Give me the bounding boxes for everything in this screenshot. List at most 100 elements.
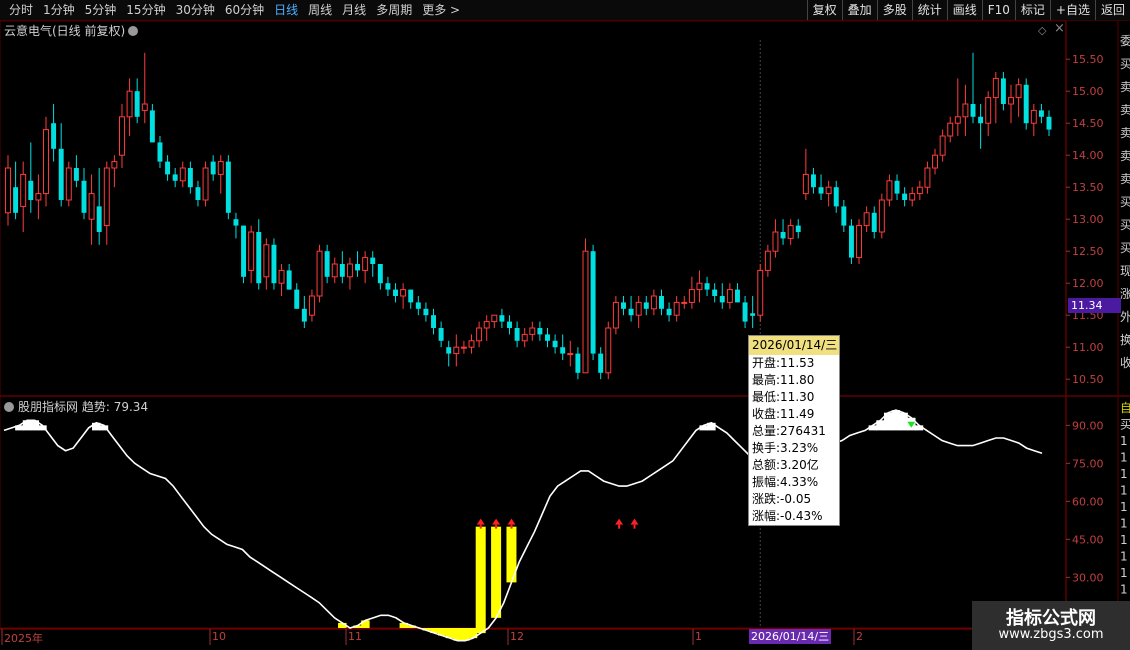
price-tick-label: 15.00 xyxy=(1072,85,1104,98)
candle-body xyxy=(886,180,893,201)
candle-body xyxy=(103,167,110,227)
candle-body xyxy=(978,116,984,124)
candle-body xyxy=(780,232,786,239)
chart-canvas[interactable]: 15.50 15.00 14.50 14.00 13.50 13.00 12.50 12.00… xyxy=(0,0,1130,650)
side-glyph: 卖 xyxy=(1120,126,1130,140)
up-arrow-icon xyxy=(476,518,485,525)
candle-body xyxy=(81,180,87,213)
signal-bar xyxy=(491,526,502,618)
watermark: 指标公式网 www.zbgs3.com xyxy=(972,601,1130,650)
candle-body xyxy=(939,135,946,156)
up-arrow-icon xyxy=(630,518,639,525)
candle-body xyxy=(5,167,11,214)
indicator-value-label: 趋势: xyxy=(81,400,110,414)
candle-body xyxy=(696,282,703,291)
candle-body xyxy=(400,289,407,297)
date-label: 11 xyxy=(348,630,362,643)
candle-body xyxy=(51,123,57,149)
close-icon[interactable]: × xyxy=(1054,21,1065,36)
candle-body xyxy=(377,264,383,284)
candle-body xyxy=(802,173,809,195)
side-glyph: 1 xyxy=(1120,583,1128,597)
tooltip-row: 涨跌:-0.05 xyxy=(752,492,812,506)
candle-body xyxy=(460,346,467,349)
candle-body xyxy=(126,90,133,118)
side-glyph: 卖 xyxy=(1120,103,1130,117)
candle-body xyxy=(924,167,931,188)
candle-body xyxy=(514,328,520,341)
price-tick-label: 14.50 xyxy=(1072,117,1104,130)
candle-body xyxy=(954,116,961,124)
candle-body xyxy=(58,148,64,200)
candle-body xyxy=(605,327,612,374)
candle-body xyxy=(65,167,72,201)
candle-body xyxy=(643,302,649,309)
candle-body xyxy=(271,244,277,284)
candle-body xyxy=(1015,84,1022,99)
indicator-tick-label: 60.00 xyxy=(1072,495,1104,508)
tooltip-row: 振幅:4.33% xyxy=(752,475,819,489)
candle-body xyxy=(210,161,216,175)
side-glyph: 买 xyxy=(1120,241,1130,255)
side-glyph: 1 xyxy=(1120,434,1128,448)
candle-body xyxy=(787,225,794,239)
candle-body xyxy=(179,167,186,182)
indicator-tick-label: 90.00 xyxy=(1072,419,1104,432)
ohlc-tooltip: 2026/01/14/三 开盘:11.53 最高:11.80 最低:11.30 收盘:… xyxy=(748,335,840,526)
settings-circle-icon[interactable] xyxy=(128,26,139,36)
date-label: 10 xyxy=(212,630,226,643)
price-tick-label: 14.00 xyxy=(1072,149,1104,162)
candle-body xyxy=(134,91,140,117)
candle-body xyxy=(165,161,171,175)
candle-body xyxy=(932,154,938,169)
candle-body xyxy=(947,122,954,137)
candle-body xyxy=(521,333,528,342)
candle-body xyxy=(712,289,718,296)
side-glyph: 现 xyxy=(1120,264,1130,278)
candle-body xyxy=(545,334,550,341)
date-label: 2025年 xyxy=(4,632,43,645)
indicator-tick-label: 75.00 xyxy=(1072,457,1104,470)
candle-body xyxy=(985,97,992,124)
trend-line xyxy=(3,409,1043,642)
candle-body xyxy=(308,295,315,316)
side-glyph: 1 xyxy=(1120,500,1128,514)
candle-body xyxy=(491,314,498,323)
settings-circle-icon[interactable] xyxy=(4,402,14,412)
candle-body xyxy=(385,283,391,290)
price-tick-label: 15.50 xyxy=(1072,53,1104,66)
candle-body xyxy=(750,313,756,316)
diamond-icon[interactable]: ◇ xyxy=(1038,24,1046,37)
candle-body xyxy=(446,347,452,354)
candle-body xyxy=(1023,84,1029,124)
date-label: 1 xyxy=(695,630,702,643)
candle-body xyxy=(673,301,680,316)
candle-body xyxy=(681,301,688,304)
date-label: 2 xyxy=(856,630,863,643)
candle-body xyxy=(111,161,118,169)
candle-body xyxy=(476,327,483,342)
side-glyph: 1 xyxy=(1120,566,1128,580)
candle-body xyxy=(635,301,642,316)
candle-body xyxy=(1038,110,1044,117)
candle-body xyxy=(453,346,460,355)
candle-body xyxy=(734,289,740,303)
candle-body xyxy=(149,110,155,143)
side-glyph: 卖 xyxy=(1120,80,1130,94)
candle-body xyxy=(1008,97,1014,105)
candle-body xyxy=(13,187,19,213)
candle-body xyxy=(408,289,414,303)
tooltip-row: 涨幅:-0.43% xyxy=(752,509,823,523)
candle-body xyxy=(871,212,877,232)
side-glyph: 换 xyxy=(1120,333,1130,347)
candle-body xyxy=(650,295,657,310)
side-glyph: 卖 xyxy=(1120,172,1130,186)
side-glyph: 1 xyxy=(1120,484,1128,498)
date-label: 12 xyxy=(510,630,524,643)
candle-body xyxy=(415,302,421,309)
tooltip-row: 开盘:11.53 xyxy=(752,356,815,370)
candle-body xyxy=(43,129,49,195)
candle-body xyxy=(172,174,178,181)
candle-body xyxy=(263,244,270,278)
candle-body xyxy=(346,263,353,278)
